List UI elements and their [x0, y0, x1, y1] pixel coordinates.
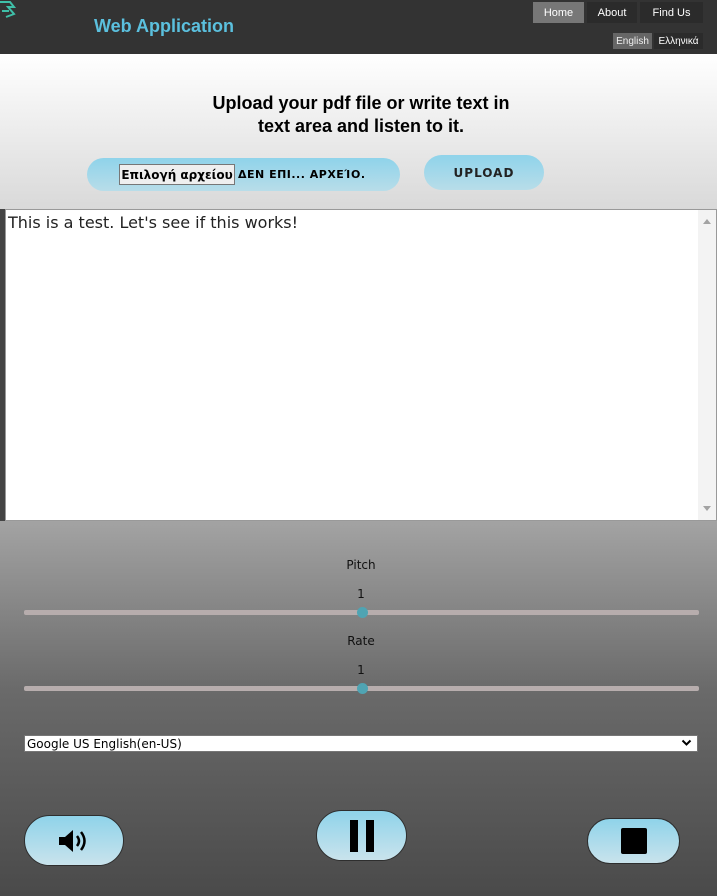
chevron-down-icon	[681, 739, 692, 746]
rate-label: Rate	[347, 634, 375, 648]
speak-button[interactable]	[24, 815, 124, 866]
rate-slider[interactable]	[24, 683, 699, 694]
app-title: Web Application	[94, 16, 235, 36]
file-status-text: ΔΕΝ ΕΠΙ... ΑΡΧΕΊΟ.	[238, 168, 366, 181]
lang-english[interactable]: English	[613, 33, 652, 49]
text-input-area[interactable]: This is a test. Let's see if this works!	[5, 209, 717, 521]
text-area-scrollbar[interactable]	[698, 210, 716, 520]
nav-find-us[interactable]: Find Us	[640, 2, 703, 23]
rate-slider-thumb[interactable]	[356, 683, 368, 694]
rate-value: 1	[357, 663, 365, 677]
upload-heading: Upload your pdf file or write text in te…	[0, 92, 717, 138]
file-input-wrapper: Επιλογή αρχείου ΔΕΝ ΕΠΙ... ΑΡΧΕΊΟ.	[87, 158, 400, 191]
voice-select-value: Google US English(en-US)	[27, 737, 182, 751]
nav-home[interactable]: Home	[533, 2, 584, 23]
scroll-up-arrow-icon[interactable]	[703, 219, 711, 224]
text-area-content: This is a test. Let's see if this works!	[8, 213, 299, 232]
pitch-slider[interactable]	[24, 607, 699, 618]
lang-greek[interactable]: Ελληνικά	[654, 33, 703, 49]
nav-about[interactable]: About	[587, 2, 637, 23]
stop-icon	[620, 828, 647, 854]
upload-button[interactable]: UPLOAD	[424, 155, 544, 190]
pitch-label: Pitch	[346, 558, 376, 572]
logo-icon	[0, 1, 17, 18]
choose-file-button[interactable]: Επιλογή αρχείου	[119, 164, 235, 185]
pitch-value: 1	[357, 587, 365, 601]
voice-select[interactable]: Google US English(en-US)	[24, 735, 698, 752]
pause-button[interactable]	[316, 810, 407, 861]
upload-section: Upload your pdf file or write text in te…	[0, 54, 717, 209]
upload-heading-line2: text area and listen to it.	[257, 116, 465, 136]
speaker-icon	[59, 829, 86, 852]
upload-heading-line1: Upload your pdf file or write text in	[212, 93, 510, 113]
pause-icon	[349, 819, 374, 852]
speech-controls: Pitch 1 Rate 1 Google US English(en-US)	[0, 521, 717, 896]
stop-button[interactable]	[587, 818, 680, 864]
scroll-down-arrow-icon[interactable]	[703, 506, 711, 511]
pitch-slider-thumb[interactable]	[356, 607, 368, 618]
header-bar: Web Application Home About Find Us Engli…	[0, 0, 717, 54]
